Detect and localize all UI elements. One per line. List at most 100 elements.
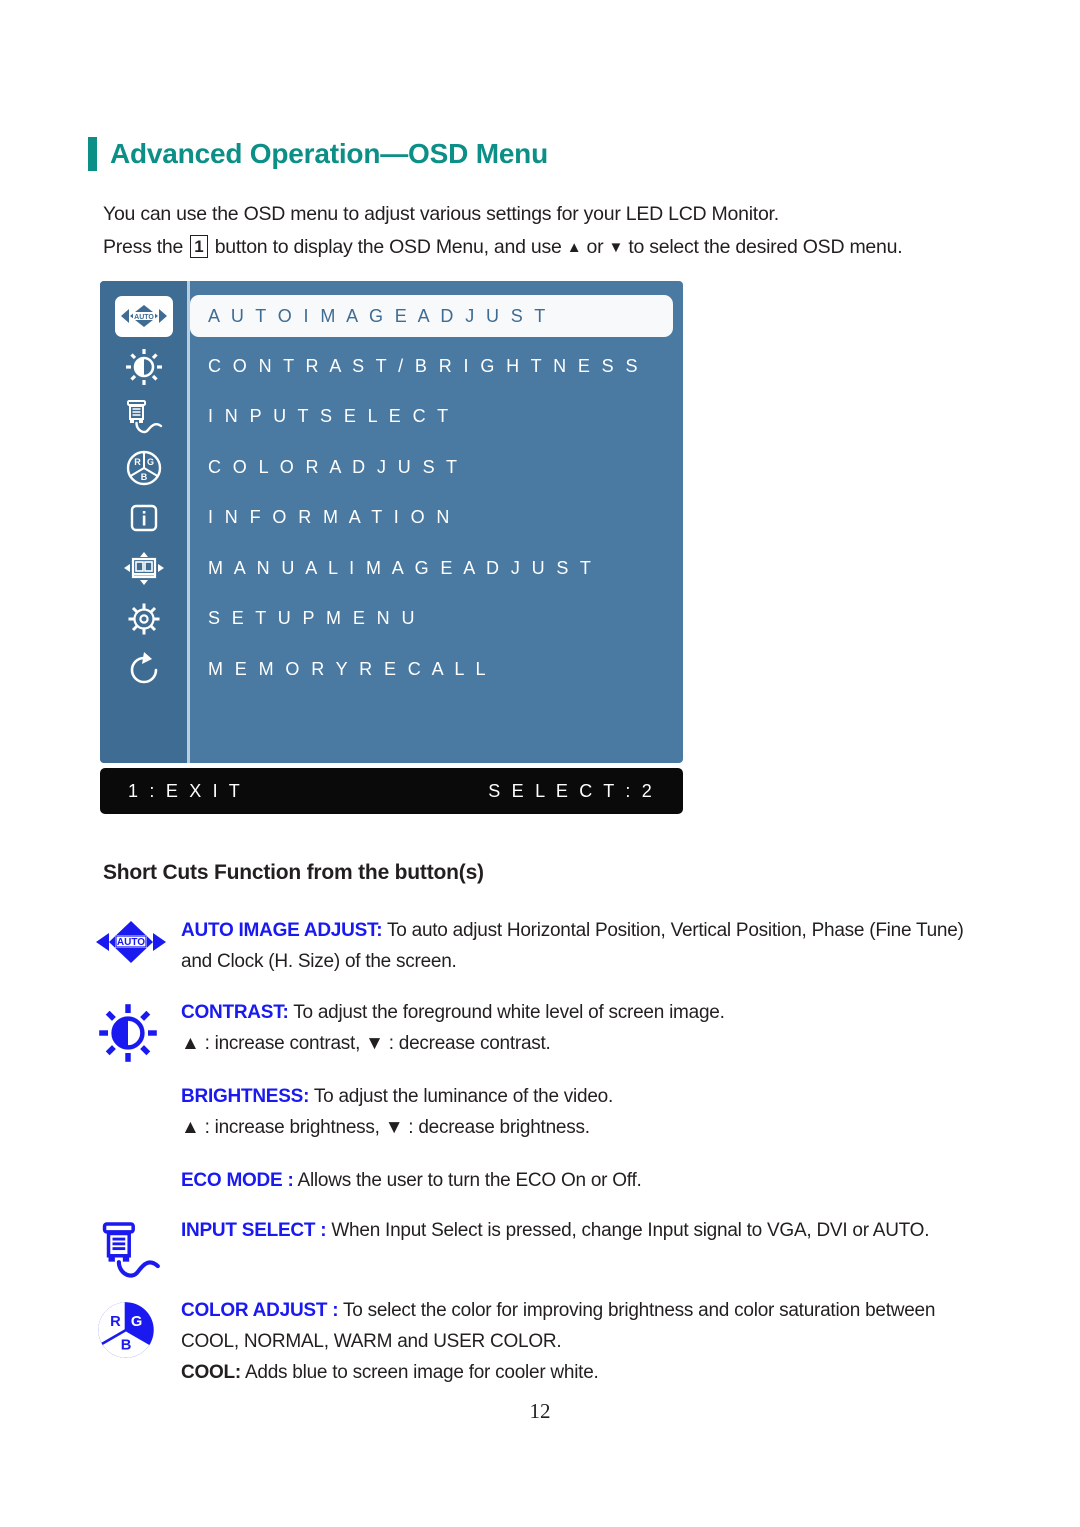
shortcut-text: INPUT SELECT : When Input Select is pres… bbox=[181, 1215, 995, 1283]
osd-menu-figure: AUTO R G B A U T O I M A G E A D J U S T… bbox=[100, 281, 683, 814]
shortcut-body-cool: Adds blue to screen image for cooler whi… bbox=[240, 1362, 599, 1383]
osd-icon-memory-recall[interactable] bbox=[100, 645, 187, 696]
svg-text:AUTO: AUTO bbox=[117, 937, 145, 948]
osd-menu-item-contrast-brightness[interactable]: C O N T R A S T / B R I G H T N E S S bbox=[190, 341, 683, 392]
intro-line-1: You can use the OSD menu to adjust vario… bbox=[103, 203, 779, 225]
osd-menu-item-label: S E T U P M E N U bbox=[208, 608, 418, 629]
manual-image-adjust-icon bbox=[123, 551, 164, 585]
osd-menu-item-color-adjust[interactable]: C O L O R A D J U S T bbox=[190, 442, 683, 493]
osd-menu-item-label: C O N T R A S T / B R I G H T N E S S bbox=[208, 355, 641, 376]
brightness-sun-icon bbox=[125, 348, 162, 385]
shortcut-paragraph: INPUT SELECT : When Input Select is pres… bbox=[181, 1215, 995, 1246]
osd-icon-manual-image-adjust[interactable] bbox=[100, 544, 187, 595]
shortcut-body-contrast: To adjust the foreground white level of … bbox=[288, 1002, 725, 1023]
gear-icon bbox=[128, 603, 159, 635]
shortcut-label: COLOR ADJUST : bbox=[181, 1300, 339, 1321]
input-connector-icon bbox=[102, 1222, 160, 1278]
osd-icon-auto-image-adjust[interactable]: AUTO bbox=[100, 291, 187, 342]
page-number: 12 bbox=[529, 1399, 551, 1423]
osd-menu-item-input-select[interactable]: I N P U T S E L E C T bbox=[190, 392, 683, 443]
brightness-sun-icon bbox=[99, 1004, 157, 1062]
rgb-wheel-icon: R G B bbox=[126, 450, 161, 485]
osd-menu-item-label: M A N U A L I M A G E A D J U S T bbox=[208, 557, 595, 578]
svg-text:AUTO: AUTO bbox=[134, 314, 154, 321]
intro-line-2-prefix: Press the bbox=[103, 236, 184, 258]
shortcut-icon-wrap: R G B bbox=[95, 1295, 181, 1388]
shortcut-label-cool: COOL: bbox=[181, 1362, 241, 1383]
osd-menu-item-label: M E M O R Y R E C A L L bbox=[208, 658, 489, 679]
osd-footer-bar: 1 : E X I T S E L E C T : 2 bbox=[100, 768, 683, 814]
osd-exit-hint: 1 : E X I T bbox=[128, 780, 243, 801]
osd-menu-list: A U T O I M A G E A D J U S T C O N T R … bbox=[190, 281, 683, 695]
osd-icon-chip: AUTO bbox=[114, 295, 173, 337]
svg-text:G: G bbox=[131, 1314, 142, 1330]
auto-image-adjust-icon: AUTO bbox=[96, 921, 166, 963]
shortcut-contrast-brightness-eco: CONTRAST: To adjust the foreground white… bbox=[95, 997, 995, 1196]
shortcut-paragraph-brightness: BRIGHTNESS: To adjust the luminance of t… bbox=[181, 1081, 995, 1112]
shortcut-icon-wrap bbox=[95, 997, 181, 1196]
memory-recall-icon bbox=[130, 651, 157, 684]
osd-menu-item-auto-image-adjust[interactable]: A U T O I M A G E A D J U S T bbox=[190, 295, 673, 337]
osd-menu-item-manual-image-adjust[interactable]: M A N U A L I M A G E A D J U S T bbox=[190, 543, 683, 594]
osd-icon-information[interactable] bbox=[100, 493, 187, 544]
input-connector-icon bbox=[126, 400, 162, 434]
shortcut-icon-wrap: AUTO bbox=[95, 915, 181, 977]
shortcut-icon-wrap bbox=[95, 1215, 181, 1283]
shortcut-input-select: INPUT SELECT : When Input Select is pres… bbox=[95, 1215, 995, 1283]
shortcut-text: COLOR ADJUST : To select the color for i… bbox=[181, 1295, 995, 1388]
title-accent-bar bbox=[88, 137, 97, 171]
section-subheading: Short Cuts Function from the button(s) bbox=[103, 861, 484, 884]
shortcut-auto-image-adjust: AUTO AUTO IMAGE ADJUST: To auto adjust H… bbox=[95, 915, 995, 977]
shortcut-label-contrast: CONTRAST: bbox=[181, 1002, 289, 1023]
shortcut-label-brightness: BRIGHTNESS: bbox=[181, 1086, 310, 1107]
intro-paragraph: You can use the OSD menu to adjust vario… bbox=[103, 198, 1003, 265]
page-title-text: Advanced Operation—OSD Menu bbox=[110, 138, 548, 169]
osd-menu-item-label: I N F O R M A T I O N bbox=[208, 507, 453, 528]
shortcut-paragraph: COLOR ADJUST : To select the color for i… bbox=[181, 1295, 995, 1357]
shortcut-body: When Input Select is pressed, change Inp… bbox=[326, 1220, 930, 1241]
osd-panel: AUTO R G B A U T O I M A G E A D J U S T… bbox=[100, 281, 683, 763]
rgb-wheel-icon: R G B bbox=[98, 1302, 154, 1358]
svg-text:R: R bbox=[110, 1314, 121, 1330]
osd-menu-item-label: C O L O R A D J U S T bbox=[208, 456, 461, 477]
osd-menu-item-setup-menu[interactable]: S E T U P M E N U bbox=[190, 594, 683, 645]
arrow-up-icon: ▲ bbox=[566, 239, 582, 256]
osd-icon-color-adjust[interactable]: R G B bbox=[100, 443, 187, 494]
svg-text:R: R bbox=[134, 457, 141, 467]
svg-text:G: G bbox=[146, 457, 153, 467]
shortcut-brightness-keys: ▲ : increase brightness, ▼ : decrease br… bbox=[181, 1117, 590, 1138]
document-page: Advanced Operation—OSD Menu You can use … bbox=[0, 0, 1080, 1527]
shortcut-paragraph-contrast: CONTRAST: To adjust the foreground white… bbox=[181, 997, 995, 1028]
shortcut-label: AUTO IMAGE ADJUST: bbox=[181, 920, 383, 941]
shortcut-paragraph-eco: ECO MODE : Allows the user to turn the E… bbox=[181, 1165, 995, 1196]
shortcut-body-brightness: To adjust the luminance of the video. bbox=[309, 1086, 614, 1107]
osd-icon-input-select[interactable] bbox=[100, 392, 187, 443]
osd-select-hint: S E L E C T : 2 bbox=[488, 780, 655, 801]
shortcut-contrast-keys: ▲ : increase contrast, ▼ : decrease cont… bbox=[181, 1033, 551, 1054]
shortcut-label: INPUT SELECT : bbox=[181, 1220, 327, 1241]
shortcut-paragraph-cool: COOL: Adds blue to screen image for cool… bbox=[181, 1357, 995, 1388]
shortcut-paragraph: AUTO IMAGE ADJUST: To auto adjust Horizo… bbox=[181, 915, 995, 977]
shortcut-text: CONTRAST: To adjust the foreground white… bbox=[181, 997, 995, 1196]
osd-menu-item-label: A U T O I M A G E A D J U S T bbox=[208, 305, 549, 326]
intro-line-2: Press the 1 button to display the OSD Me… bbox=[103, 231, 1003, 265]
information-icon bbox=[130, 505, 157, 532]
osd-menu-item-information[interactable]: I N F O R M A T I O N bbox=[190, 493, 683, 544]
shortcut-label-eco: ECO MODE : bbox=[181, 1170, 294, 1191]
osd-menu-item-label: I N P U T S E L E C T bbox=[208, 406, 452, 427]
intro-line-2-suffix: to select the desired OSD menu. bbox=[628, 236, 903, 258]
auto-image-adjust-icon: AUTO bbox=[120, 305, 167, 328]
osd-icon-contrast-brightness[interactable] bbox=[100, 342, 187, 393]
shortcut-body-eco: Allows the user to turn the ECO On or Of… bbox=[293, 1170, 642, 1191]
page-title: Advanced Operation—OSD Menu bbox=[88, 137, 548, 171]
shortcut-color-adjust: R G B COLOR ADJUST : To select the color… bbox=[95, 1295, 995, 1388]
osd-icon-column: AUTO R G B bbox=[100, 281, 187, 695]
arrow-down-icon: ▼ bbox=[608, 239, 624, 256]
intro-or: or bbox=[586, 236, 604, 258]
osd-icon-setup-menu[interactable] bbox=[100, 594, 187, 645]
button-1-key: 1 bbox=[190, 235, 208, 258]
svg-text:B: B bbox=[140, 472, 147, 482]
osd-menu-item-memory-recall[interactable]: M E M O R Y R E C A L L bbox=[190, 644, 683, 695]
